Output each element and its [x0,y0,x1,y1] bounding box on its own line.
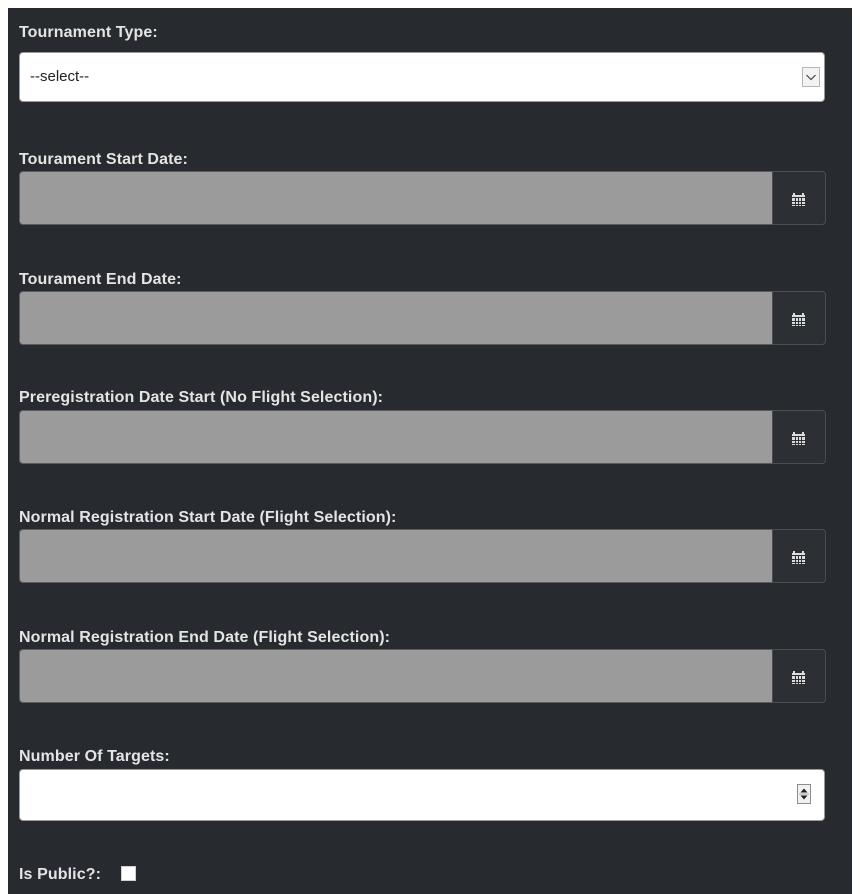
tournament-type-label: Tournament Type: [19,24,158,41]
normal-reg-end-calendar-button[interactable] [772,649,826,703]
prereg-start-input[interactable] [19,410,772,464]
end-date-calendar-button[interactable] [772,291,826,345]
normal-reg-start-input[interactable] [19,529,772,583]
calendar-icon [792,313,805,326]
is-public-checkbox[interactable] [121,866,136,881]
prereg-start-label: Preregistration Date Start (No Flight Se… [19,389,384,406]
calendar-icon [792,432,805,445]
calendar-icon [792,671,805,684]
start-date-label: Tourament Start Date: [19,151,188,168]
chevron-down-icon[interactable] [802,67,820,87]
normal-reg-end-label: Normal Registration End Date (Flight Sel… [19,629,391,646]
normal-reg-end-group [19,649,826,703]
tournament-form: Tournament Type: --select-- Tourament St… [8,8,852,894]
start-date-calendar-button[interactable] [772,171,826,225]
start-date-input[interactable] [19,171,772,225]
calendar-icon [792,193,805,206]
spinner-icon[interactable] [797,784,811,804]
prereg-start-group [19,410,826,464]
prereg-start-calendar-button[interactable] [772,410,826,464]
end-date-label: Tourament End Date: [19,271,182,288]
calendar-icon [792,551,805,564]
tournament-type-select[interactable]: --select-- [19,52,825,102]
number-of-targets-label: Number Of Targets: [19,748,170,765]
number-of-targets-input[interactable] [19,769,825,821]
normal-reg-start-label: Normal Registration Start Date (Flight S… [19,509,397,526]
end-date-group [19,291,826,345]
normal-reg-end-input[interactable] [19,649,772,703]
end-date-input[interactable] [19,291,772,345]
tournament-type-selected-value: --select-- [30,68,90,85]
is-public-label: Is Public?: [19,866,101,883]
start-date-group [19,171,826,225]
normal-reg-start-group [19,529,826,583]
normal-reg-start-calendar-button[interactable] [772,529,826,583]
